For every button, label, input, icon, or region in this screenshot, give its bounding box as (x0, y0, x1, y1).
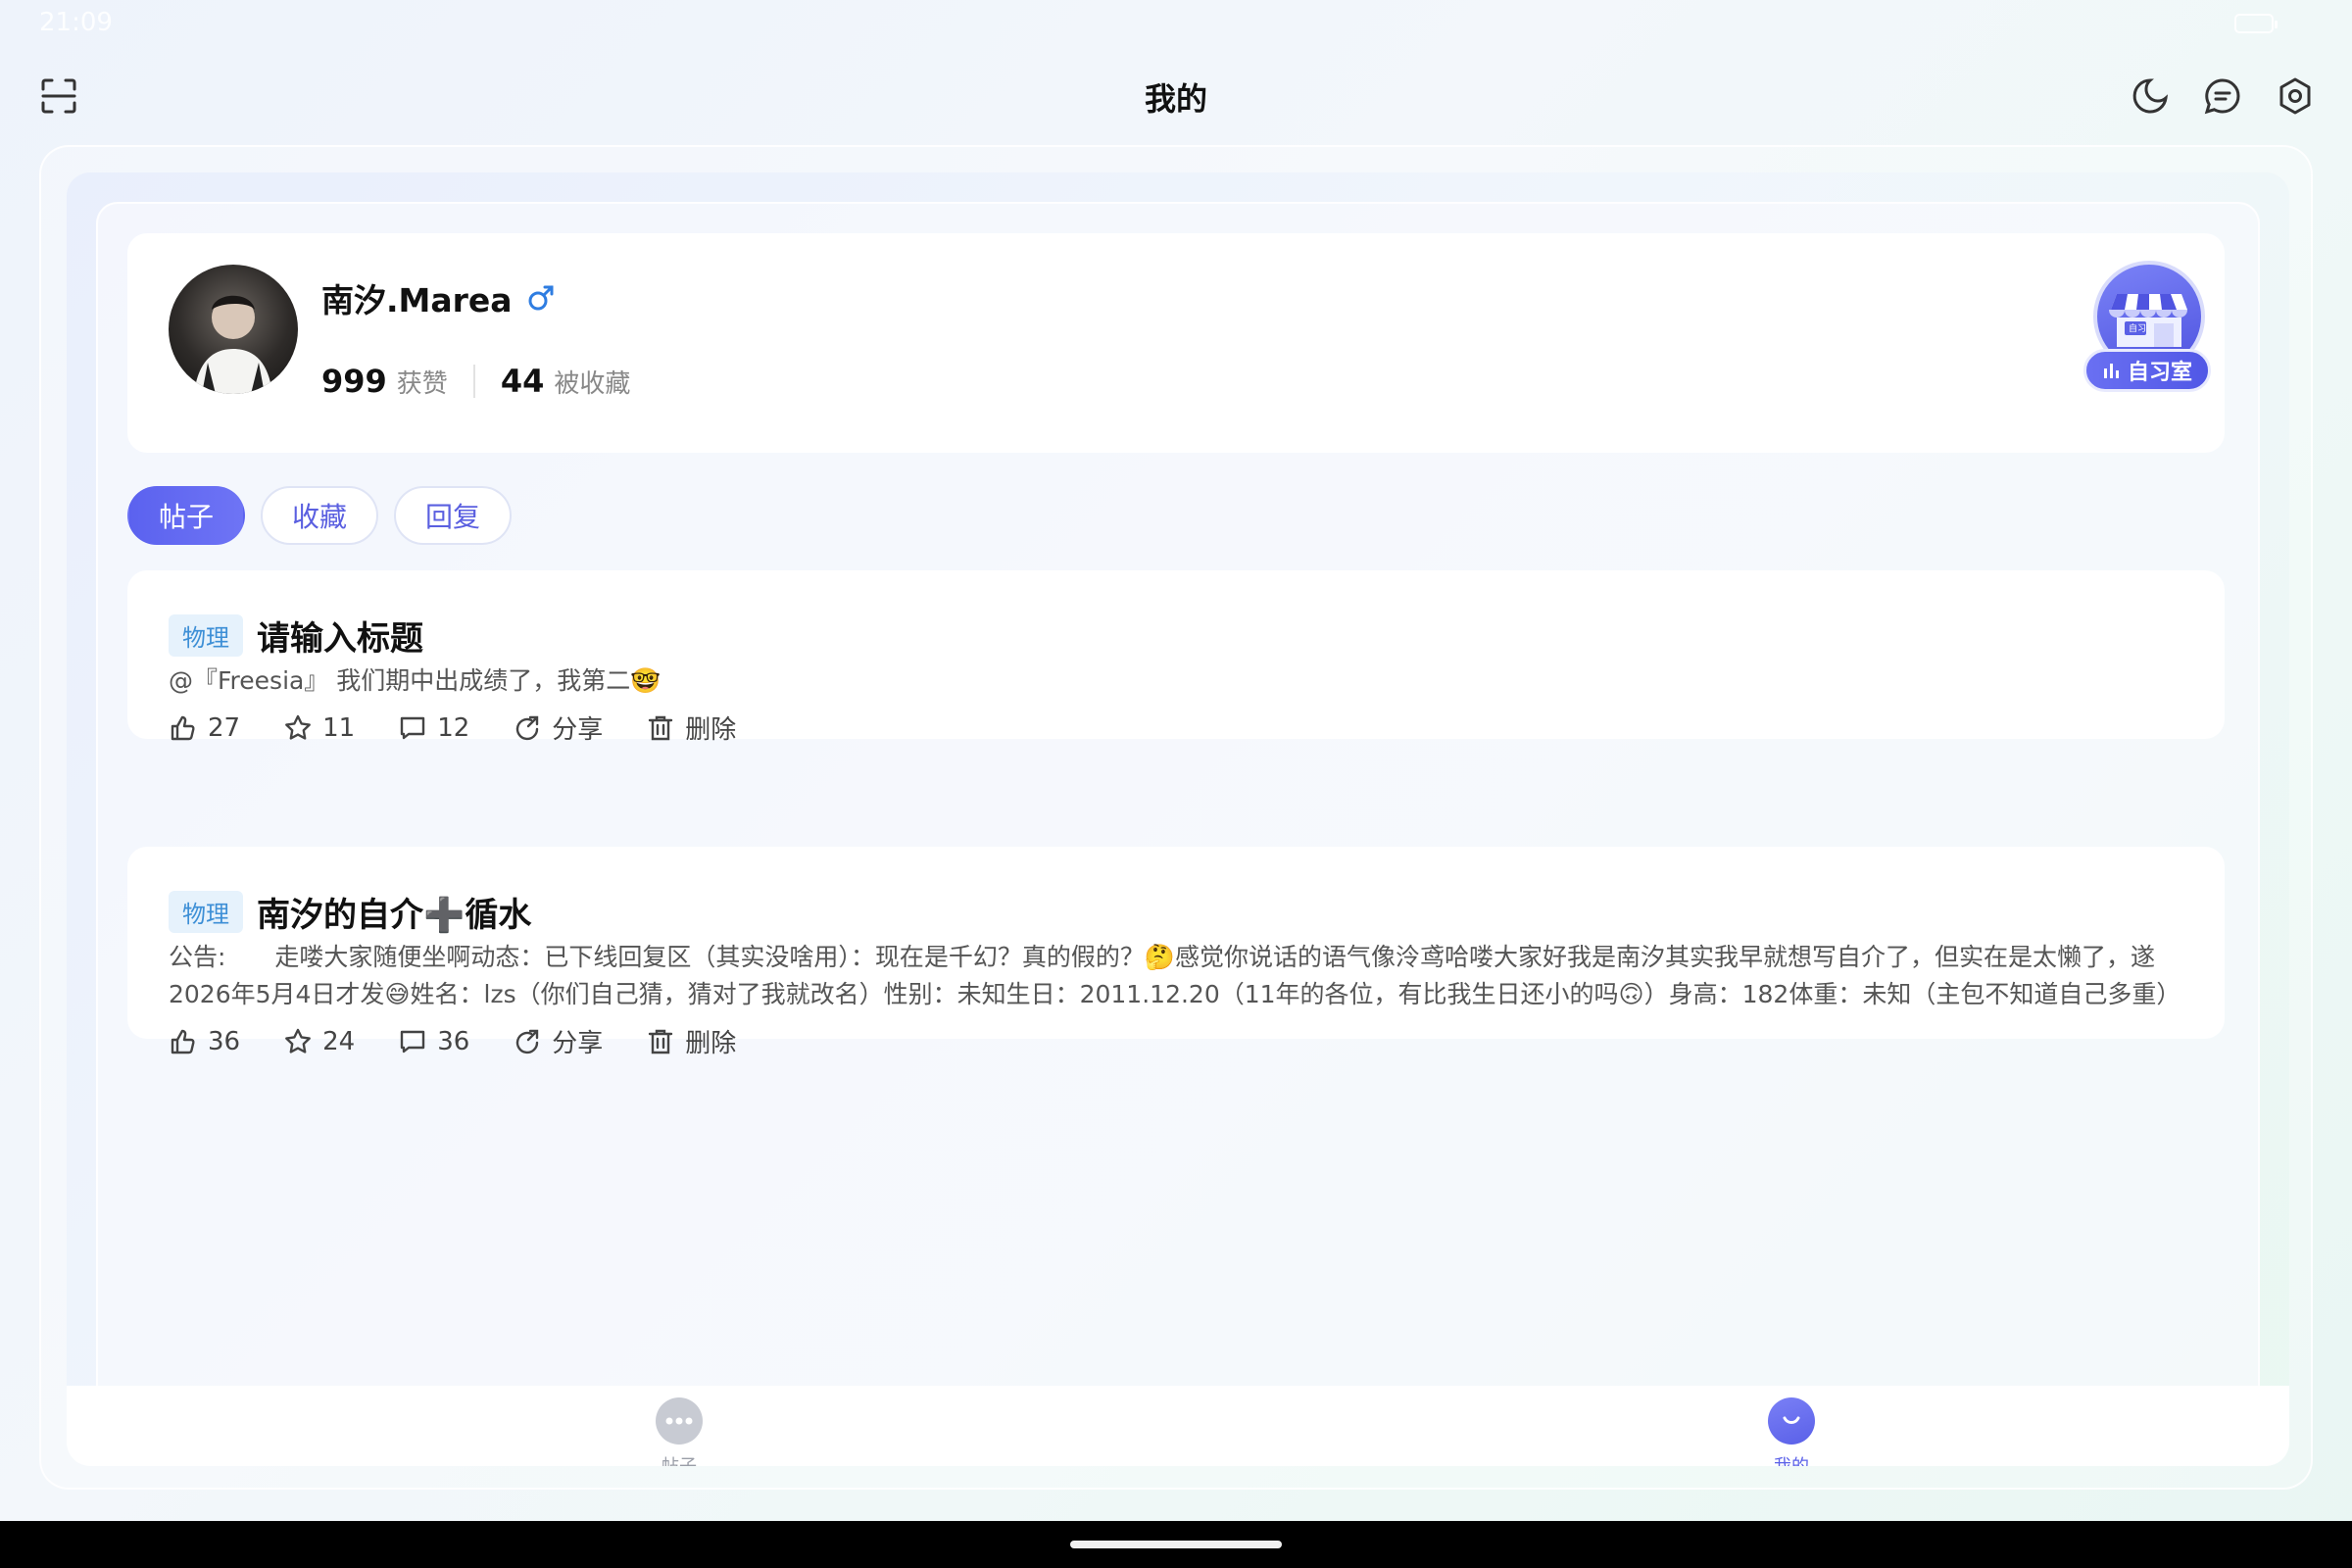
comment-icon (400, 716, 425, 739)
likes-label: 获赞 (396, 368, 448, 399)
like-count: 27 (208, 712, 241, 743)
delete-label: 删除 (685, 715, 737, 745)
profile-name-text: 南汐.Marea (321, 281, 513, 319)
favorite-count: 24 (322, 1026, 356, 1056)
favorite-button[interactable]: 11 (283, 710, 355, 746)
top-bar: 我的 (0, 59, 2352, 137)
tab-posts[interactable]: 帖子 (127, 486, 246, 545)
comment-count: 36 (437, 1026, 470, 1056)
favorite-button[interactable]: 24 (283, 1023, 355, 1059)
star-icon (285, 1028, 311, 1054)
profile-name: 南汐.Marea (321, 274, 556, 321)
post-card[interactable]: 物理 南汐的自介➕循水 公告: 走喽大家随便坐啊动态：已下线回复区（其实没啥用）… (127, 847, 2225, 1058)
avatar[interactable] (169, 265, 298, 394)
thumbs-up-icon (171, 1029, 195, 1054)
nav-item-posts[interactable]: 帖子 (620, 1397, 738, 1466)
share-label: 分享 (552, 715, 604, 745)
chat-bubble-icon (656, 1397, 703, 1445)
status-time: 21:09 (39, 8, 113, 37)
nav-item-mine[interactable]: 我的 (1733, 1397, 1850, 1466)
delete-button[interactable]: 删除 (646, 710, 736, 746)
trash-icon (649, 715, 673, 740)
nav-label: 帖子 (620, 1452, 738, 1466)
post-tag: 物理 (169, 891, 243, 933)
share-button[interactable]: 分享 (513, 1023, 603, 1059)
stat-divider (472, 365, 475, 398)
delete-button[interactable]: 删除 (646, 1023, 736, 1059)
favorite-count: 11 (322, 712, 356, 743)
post-header: 物理 请输入标题 (169, 612, 423, 660)
likes-count: 999 (321, 363, 387, 400)
like-button[interactable]: 36 (169, 1023, 240, 1059)
content-frame: 南汐.Marea 999 获赞 44 被收藏 自习 自习室 帖子 收藏 回复 物… (39, 145, 2313, 1490)
content-inner: 南汐.Marea 999 获赞 44 被收藏 自习 自习室 帖子 收藏 回复 物… (96, 202, 2260, 1466)
like-count: 36 (208, 1026, 241, 1056)
trash-icon (649, 1029, 673, 1054)
post-card[interactable]: 物理 请输入标题 @『Freesia』 我们期中出成绩了，我第二🤓 27 11 … (127, 570, 2225, 745)
comment-button[interactable]: 12 (398, 710, 469, 746)
share-button[interactable]: 分享 (513, 710, 603, 746)
message-icon[interactable] (2203, 76, 2242, 116)
comment-count: 12 (437, 712, 470, 743)
nav-label: 我的 (1733, 1452, 1850, 1466)
comment-button[interactable]: 36 (398, 1023, 469, 1059)
star-icon (285, 714, 311, 740)
share-icon (516, 715, 539, 740)
study-room-button[interactable]: 自习 自习室 (2083, 261, 2211, 398)
post-header: 物理 南汐的自介➕循水 (169, 888, 531, 936)
thumbs-up-icon (171, 715, 195, 740)
tab-favorites[interactable]: 收藏 (261, 486, 379, 545)
post-actions: 36 24 36 分享 删除 (169, 1023, 736, 1059)
bar-chart-icon (2103, 364, 2119, 378)
bottom-nav: 帖子 我的 (67, 1386, 2289, 1466)
study-room-text: 自习室 (2127, 361, 2192, 385)
post-actions: 27 11 12 分享 删除 (169, 710, 736, 746)
home-indicator[interactable] (1070, 1541, 1282, 1548)
comment-icon (400, 1030, 425, 1053)
top-actions (2131, 76, 2315, 116)
favorites-count: 44 (500, 363, 545, 400)
shop-sign-text: 自习 (2128, 324, 2146, 334)
male-icon (528, 285, 554, 311)
like-button[interactable]: 27 (169, 710, 240, 746)
share-label: 分享 (552, 1029, 604, 1058)
battery-icon (2234, 14, 2278, 33)
profile-card: 南汐.Marea 999 获赞 44 被收藏 自习 自习室 (127, 233, 2225, 453)
tab-replies[interactable]: 回复 (394, 486, 513, 545)
post-body: @『Freesia』 我们期中出成绩了，我第二🤓 (169, 666, 662, 695)
share-icon (516, 1029, 539, 1054)
page-title: 我的 (1144, 80, 1207, 118)
post-body: 公告: 走喽大家随便坐啊动态：已下线回复区（其实没啥用）：现在是千幻？真的假的？… (169, 943, 2170, 1008)
post-title: 南汐的自介➕循水 (257, 896, 532, 935)
post-title: 请输入标题 (257, 619, 423, 659)
profile-smile-icon (1768, 1397, 1815, 1445)
delete-label: 删除 (685, 1029, 737, 1058)
settings-icon[interactable] (2276, 76, 2315, 116)
study-room-label: 自习室 (2083, 349, 2211, 392)
system-nav-bar (0, 1521, 2352, 1568)
post-tag: 物理 (169, 614, 243, 657)
content-panel: 南汐.Marea 999 获赞 44 被收藏 自习 自习室 帖子 收藏 回复 物… (67, 172, 2289, 1466)
favorites-label: 被收藏 (554, 368, 631, 399)
profile-tabs: 帖子 收藏 回复 (127, 486, 513, 545)
profile-stats: 999 获赞 44 被收藏 (321, 363, 630, 400)
moon-icon[interactable] (2131, 76, 2170, 116)
